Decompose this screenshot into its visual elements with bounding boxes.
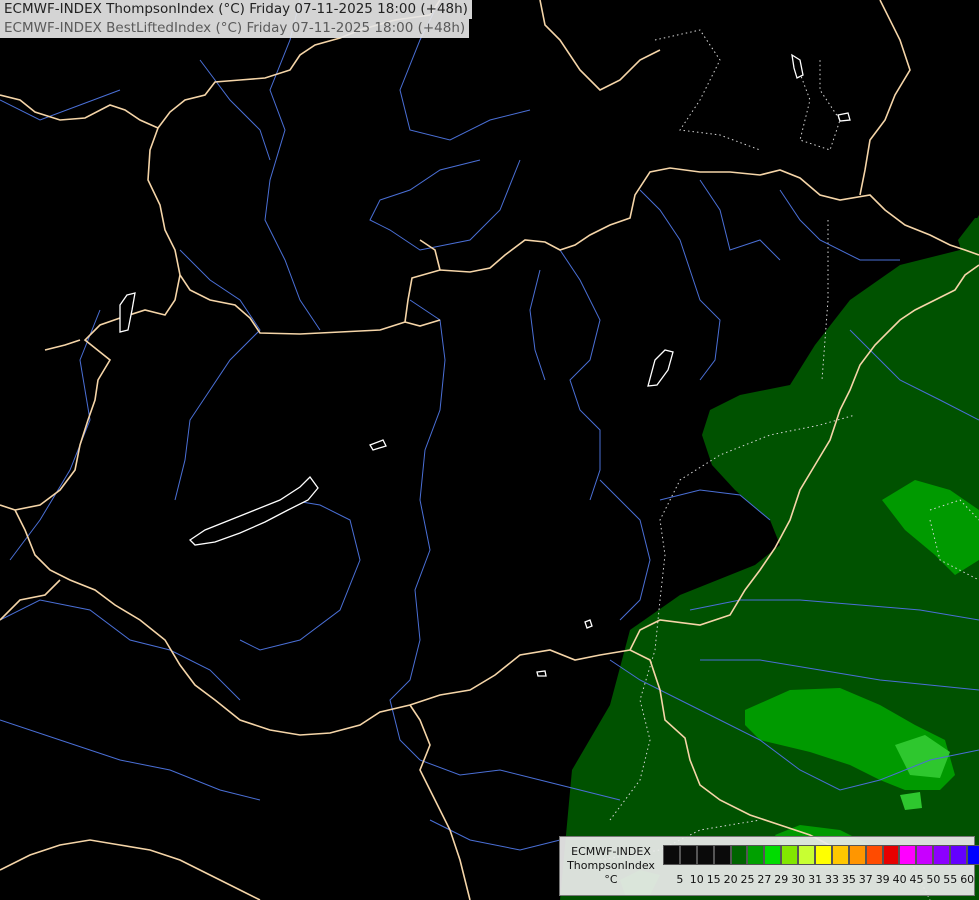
legend-model: ECMWF-INDEX [571,845,651,858]
legend-unit: °C [604,873,618,886]
legend-swatches [663,845,979,865]
legend-tick-label: 15 [706,873,721,886]
legend-tick-label: 27 [757,873,772,886]
legend-swatch [663,845,680,865]
legend-swatch [899,845,917,865]
legend-swatch [933,845,951,865]
legend-tick-label: 5 [676,873,684,886]
map-title-secondary: ECMWF-INDEX BestLiftedIndex (°C) Friday … [0,19,470,38]
legend-swatch [950,845,968,865]
legend-parameter: ThompsonIndex [567,859,655,872]
legend-swatch [798,845,816,865]
legend-swatch [764,845,782,865]
legend-swatch [967,845,979,865]
legend-swatch [882,845,900,865]
legend-tick-label: 55 [943,873,958,886]
legend-tick-label: 10 [689,873,704,886]
legend-tick-label: 30 [791,873,806,886]
legend-tick-label: 35 [841,873,856,886]
legend-tick-label: 45 [909,873,924,886]
legend-ticks: 5 10 15 20 25 27 29 30 31 33 35 37 39 40 45 50 55 60 [663,873,975,889]
legend-tick-label: 20 [723,873,738,886]
map-title-primary: ECMWF-INDEX ThompsonIndex (°C) Friday 07… [0,0,472,19]
legend-swatch [781,845,799,865]
legend-tick-label: 33 [825,873,839,886]
legend-tick-label: 50 [926,873,941,886]
legend-tick-label: 37 [858,873,873,886]
weather-map [0,0,979,900]
legend-tick-label: 31 [808,873,823,886]
legend-swatch [831,845,849,865]
legend-tick-label: 60 [960,873,975,886]
legend-swatch [848,845,866,865]
legend-swatch [916,845,934,865]
legend-swatch [713,845,731,865]
legend-tick-label: 40 [892,873,907,886]
legend-swatch [679,845,697,865]
color-legend: ECMWF-INDEX ThompsonIndex °C 5 10 15 20 25 27… [559,836,979,896]
legend-swatch [696,845,714,865]
legend-tick-label: 29 [774,873,789,886]
legend-swatch [730,845,748,865]
legend-swatch [747,845,765,865]
legend-swatch [865,845,883,865]
legend-tick-label: 25 [740,873,755,886]
legend-caption: ECMWF-INDEX ThompsonIndex °C [562,845,660,887]
legend-swatch [815,845,832,865]
title-block: ECMWF-INDEX ThompsonIndex (°C) Friday 07… [0,0,472,38]
legend-tick-label: 39 [875,873,890,886]
